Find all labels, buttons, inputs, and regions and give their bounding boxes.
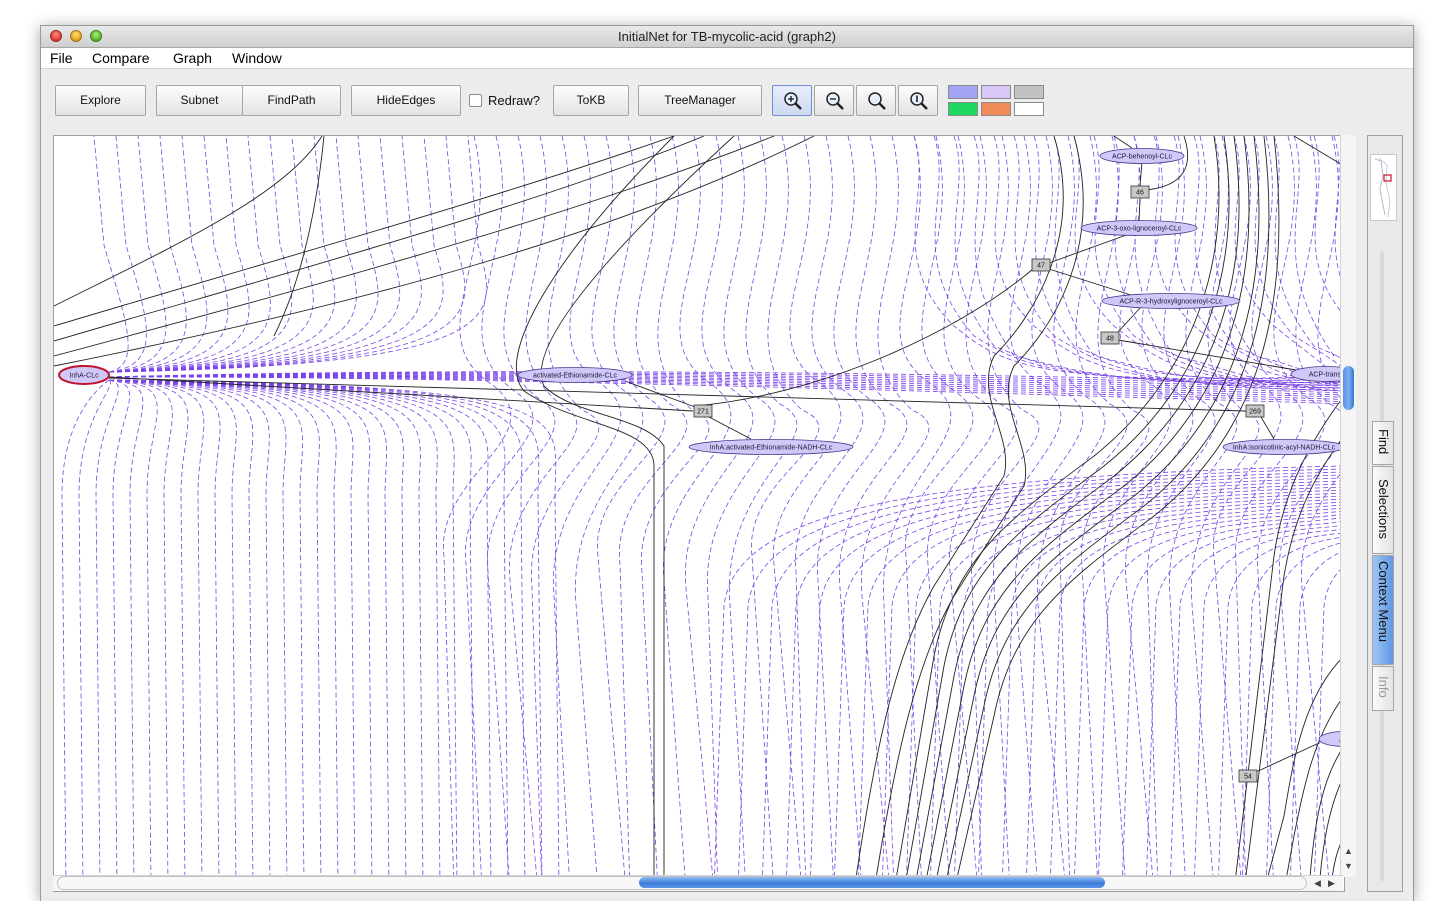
reaction-label: 47 — [1037, 263, 1045, 270]
network-graph[interactable]: ACP-behenoyl-CLc ACP-3-oxo-lignoceroyl-CL… — [54, 136, 1344, 891]
tab-info[interactable]: Info — [1372, 666, 1394, 711]
menu-compare[interactable]: Compare — [92, 48, 150, 68]
tab-context-menu-label: Context Menu — [1376, 561, 1391, 642]
tab-info-label: Info — [1376, 675, 1391, 698]
tab-context-menu[interactable]: Context Menu — [1372, 555, 1394, 665]
window-title: InitialNet for TB-mycolic-acid (graph2) — [618, 29, 836, 44]
tab-selections[interactable]: Selections — [1372, 466, 1394, 554]
species-label: InhA-CLc — [69, 373, 99, 380]
species-node[interactable]: ACP-3-oxo-lignoceroyl-CLc — [1080, 220, 1198, 236]
graph-canvas[interactable]: ACP-behenoyl-CLc ACP-3-oxo-lignoceroyl-CL… — [53, 135, 1345, 892]
species-label: InhA:activated-Ethionamide-NADH-CLc — [710, 445, 833, 452]
scroll-left-arrow[interactable]: ◀ — [1314, 878, 1321, 888]
reaction-node[interactable]: 47 — [1031, 258, 1051, 272]
species-node[interactable]: InhA:activated-Ethionamide-NADH-CLc — [688, 439, 854, 455]
species-label: InhA:isonicotinic-acyl-NADH-CLc — [1233, 445, 1336, 452]
overview-thumbnail[interactable] — [1370, 154, 1397, 221]
hideedges-button[interactable]: HideEdges — [351, 85, 461, 116]
species-label: ACP-R-3-hydroxylignoceroyl-CLc — [1119, 299, 1223, 306]
zoom-in-button[interactable] — [772, 85, 812, 116]
reaction-node[interactable]: 48 — [1100, 331, 1120, 345]
explore-button[interactable]: Explore — [55, 85, 146, 116]
app-window: InitialNet for TB-mycolic-acid (graph2) … — [40, 25, 1414, 901]
reaction-node[interactable]: 46 — [1130, 185, 1150, 199]
menu-file[interactable]: File — [50, 48, 73, 68]
subnet-button[interactable]: Subnet — [156, 85, 243, 116]
species-label: ACP-behenoyl-CLc — [1112, 154, 1172, 161]
scroll-down-arrow[interactable]: ▼ — [1344, 861, 1353, 871]
species-node[interactable]: ACP-R-3-hydroxylignoceroyl-CLc — [1101, 293, 1241, 309]
reaction-label: 46 — [1136, 190, 1144, 197]
zoom-in-icon — [784, 92, 802, 110]
zoom-fit-icon — [868, 92, 886, 110]
species-label: ACP-trans- — [1309, 372, 1344, 379]
redraw-label: Redraw? — [488, 93, 541, 108]
color-swatch-orange[interactable] — [981, 102, 1011, 116]
tab-find[interactable]: Find — [1372, 421, 1394, 465]
title-bar[interactable]: InitialNet for TB-mycolic-acid (graph2) — [41, 26, 1413, 48]
treemanager-button[interactable]: TreeManager — [638, 85, 762, 116]
zoom-out-icon — [826, 92, 844, 110]
color-swatch-blue[interactable] — [948, 85, 978, 99]
zoom-fit-button[interactable] — [856, 85, 896, 116]
reaction-label: 269 — [1249, 409, 1261, 416]
color-swatch-white[interactable] — [1014, 102, 1044, 116]
scroll-right-arrow[interactable]: ▶ — [1328, 878, 1335, 888]
color-swatch-lavender[interactable] — [981, 85, 1011, 99]
species-label: activated-Ethionamide-CLc — [533, 373, 618, 380]
reaction-label: 48 — [1106, 336, 1114, 343]
tokb-button[interactable]: ToKB — [553, 85, 629, 116]
species-node[interactable]: activated-Ethionamide-CLc — [517, 367, 633, 383]
reaction-node[interactable]: 271 — [693, 404, 713, 418]
color-swatch-green[interactable] — [948, 102, 978, 116]
menu-window[interactable]: Window — [232, 48, 282, 68]
reaction-label: 54 — [1244, 774, 1252, 781]
reaction-node[interactable]: 269 — [1245, 404, 1265, 418]
species-node[interactable]: InhA-CLc — [58, 365, 110, 385]
vertical-scrollbar[interactable] — [1340, 135, 1356, 877]
tab-selections-label: Selections — [1376, 479, 1391, 539]
species-node[interactable]: ACP-behenoyl-CLc — [1099, 148, 1185, 164]
tab-find-label: Find — [1376, 429, 1391, 455]
overview-map-icon — [1374, 157, 1392, 218]
menu-graph[interactable]: Graph — [173, 48, 212, 68]
species-node[interactable]: InhA:isonicotinic-acyl-NADH-CLc — [1222, 439, 1344, 455]
scroll-up-arrow[interactable]: ▲ — [1344, 846, 1353, 856]
species-label: ACP-3-oxo-lignoceroyl-CLc — [1097, 226, 1182, 233]
zoom-out-button[interactable] — [814, 85, 854, 116]
color-swatch-gray[interactable] — [1014, 85, 1044, 99]
desktop: InitialNet for TB-mycolic-acid (graph2) … — [0, 0, 1440, 901]
zoom-reset-icon — [910, 92, 928, 110]
findpath-button[interactable]: FindPath — [242, 85, 341, 116]
redraw-checkbox[interactable] — [469, 94, 482, 107]
vertical-scroll-thumb[interactable] — [1343, 366, 1354, 410]
zoom-reset-button[interactable] — [898, 85, 938, 116]
horizontal-scroll-thumb[interactable] — [639, 877, 1105, 888]
menu-bar: File Compare Graph Window — [41, 48, 1413, 69]
reaction-node[interactable]: 54 — [1238, 769, 1258, 783]
toolbar: Explore Subnet FindPath HideEdges Redraw… — [41, 69, 1413, 131]
dashed-edges — [61, 136, 1344, 891]
reaction-label: 271 — [697, 409, 709, 416]
side-tabs: Find Selections Context Menu Info — [1372, 421, 1396, 711]
